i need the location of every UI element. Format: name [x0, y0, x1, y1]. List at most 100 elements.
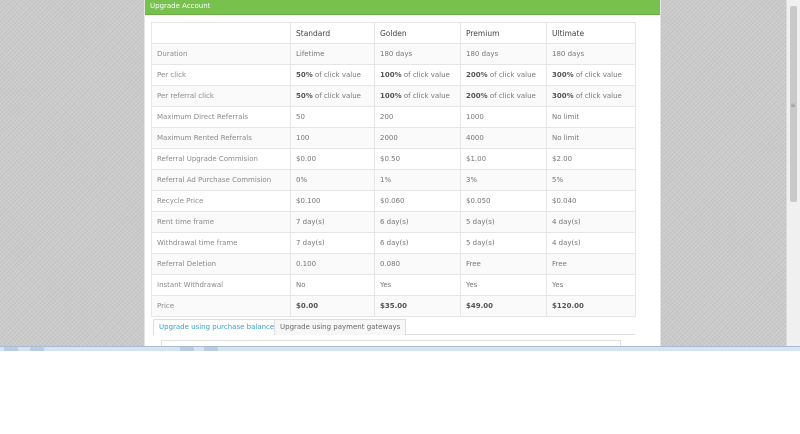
table-cell: $0.050 — [460, 190, 547, 212]
table-cell: 50% of click value — [290, 64, 375, 86]
header-empty-cell — [151, 22, 291, 44]
table-cell: 200 — [374, 106, 461, 128]
table-cell: 5 day(s) — [460, 211, 547, 233]
cell-value: 5% — [552, 176, 564, 184]
taskbar-app-icon[interactable] — [30, 347, 44, 351]
membership-comparison-table: Standard Golden Premium Ultimate Duration Li… — [151, 22, 636, 317]
table-cell: 100% of click value — [374, 64, 461, 86]
table-cell: $49.00 — [460, 295, 547, 317]
cell-value: 200 — [380, 113, 394, 121]
row-label: Referral Upgrade Commision — [151, 148, 291, 170]
cell-value: Lifetime — [296, 50, 325, 58]
cell-bold-value: 300% — [552, 92, 574, 100]
cell-value: 1% — [380, 176, 392, 184]
cell-bold-value: 50% — [296, 92, 313, 100]
cell-value: 3% — [466, 176, 478, 184]
cell-value: 6 day(s) — [380, 218, 409, 226]
table-row: Referral Deletion 0.100 0.080 Free Free — [151, 253, 636, 275]
table-row: Referral Ad Purchase Commision 0% 1% 3% 5% — [151, 169, 636, 191]
table-cell: 50% of click value — [290, 85, 375, 107]
page-scrollbar[interactable] — [786, 0, 800, 346]
upgrade-account-panel: Upgrade Account Standard Golden Premium Ult… — [144, 0, 661, 346]
cell-value: Yes — [466, 281, 478, 289]
cell-value: 100 — [296, 134, 310, 142]
scroll-grip-icon: ≡ — [790, 102, 796, 109]
cell-value: $0.040 — [552, 197, 577, 205]
cell-value: 4 day(s) — [552, 239, 581, 247]
table-row: Per referral click 50% of click value 100%… — [151, 85, 636, 107]
row-label: Maximum Direct Referrals — [151, 106, 291, 128]
table-cell: Yes — [374, 274, 461, 296]
cell-value: of click value — [573, 71, 622, 79]
cell-bold-value: $120.00 — [552, 302, 584, 310]
cell-value: No — [296, 281, 306, 289]
table-cell: 5 day(s) — [460, 232, 547, 254]
table-cell: 3% — [460, 169, 547, 191]
cell-value: Yes — [552, 281, 564, 289]
cell-value: 2000 — [380, 134, 398, 142]
table-row: Referral Upgrade Commision $0.00 $0.50 $1.0… — [151, 148, 636, 170]
header-plan-ultimate: Ultimate — [546, 22, 636, 44]
cell-value: 180 days — [380, 50, 413, 58]
cell-value: 180 days — [466, 50, 499, 58]
table-cell: 1000 — [460, 106, 547, 128]
cell-value: of click value — [312, 71, 361, 79]
table-cell: Yes — [546, 274, 636, 296]
cell-value: of click value — [487, 71, 536, 79]
cell-value: 5 day(s) — [466, 239, 495, 247]
cell-value: 4000 — [466, 134, 484, 142]
table-row: Maximum Rented Referrals 100 2000 4000 No li… — [151, 127, 636, 149]
taskbar-app-icon[interactable] — [180, 347, 194, 351]
cell-bold-value: 100% — [380, 92, 402, 100]
table-cell: 0% — [290, 169, 375, 191]
cell-value: Free — [552, 260, 567, 268]
table-row: Recycle Price $0.100 $0.060 $0.050 $0.040 — [151, 190, 636, 212]
table-row: Duration Lifetime 180 days 180 days 180 days — [151, 43, 636, 65]
upgrade-tabs: Upgrade using purchase balance Upgrade u… — [153, 316, 635, 335]
table-cell: Lifetime — [290, 43, 375, 65]
table-cell: $0.50 — [374, 148, 461, 170]
tab-purchase-balance[interactable]: Upgrade using purchase balance — [153, 319, 281, 335]
taskbar-app-icon[interactable] — [204, 347, 218, 351]
cell-value: of click value — [312, 92, 361, 100]
cell-value: 7 day(s) — [296, 218, 325, 226]
cell-bold-value: 200% — [466, 71, 488, 79]
cell-value: 7 day(s) — [296, 239, 325, 247]
cell-value: $0.060 — [380, 197, 405, 205]
table-cell: 7 day(s) — [290, 232, 375, 254]
panel-title: Upgrade Account — [145, 0, 660, 15]
row-label: Per click — [151, 64, 291, 86]
table-cell: 7 day(s) — [290, 211, 375, 233]
cell-value: 50 — [296, 113, 305, 121]
row-label: Instant Withdrawal — [151, 274, 291, 296]
table-cell: $120.00 — [546, 295, 636, 317]
table-cell: 300% of click value — [546, 85, 636, 107]
taskbar-start-icon[interactable] — [4, 347, 18, 351]
table-cell: $0.00 — [290, 148, 375, 170]
table-cell: 200% of click value — [460, 64, 547, 86]
header-plan-golden: Golden — [374, 22, 461, 44]
table-cell: Yes — [460, 274, 547, 296]
table-cell: 180 days — [460, 43, 547, 65]
cell-value: Yes — [380, 281, 392, 289]
table-cell: $0.100 — [290, 190, 375, 212]
table-row: Withdrawal time frame 7 day(s) 6 day(s) 5 d… — [151, 232, 636, 254]
cell-value: 5 day(s) — [466, 218, 495, 226]
table-row: Per click 50% of click value 100% of click… — [151, 64, 636, 86]
tab-payment-gateways[interactable]: Upgrade using payment gateways — [274, 319, 407, 335]
table-cell: 1% — [374, 169, 461, 191]
table-cell: 6 day(s) — [374, 232, 461, 254]
row-label: Withdrawal time frame — [151, 232, 291, 254]
table-cell: 2000 — [374, 127, 461, 149]
table-cell: Free — [546, 253, 636, 275]
cell-value: $2.00 — [552, 155, 573, 163]
row-label: Duration — [151, 43, 291, 65]
table-cell: $2.00 — [546, 148, 636, 170]
cell-value: 0.080 — [380, 260, 401, 268]
header-plan-standard: Standard — [290, 22, 375, 44]
cell-value: 0.100 — [296, 260, 317, 268]
header-plan-premium: Premium — [460, 22, 547, 44]
table-cell: $35.00 — [374, 295, 461, 317]
cell-bold-value: $49.00 — [466, 302, 494, 310]
row-label: Referral Deletion — [151, 253, 291, 275]
